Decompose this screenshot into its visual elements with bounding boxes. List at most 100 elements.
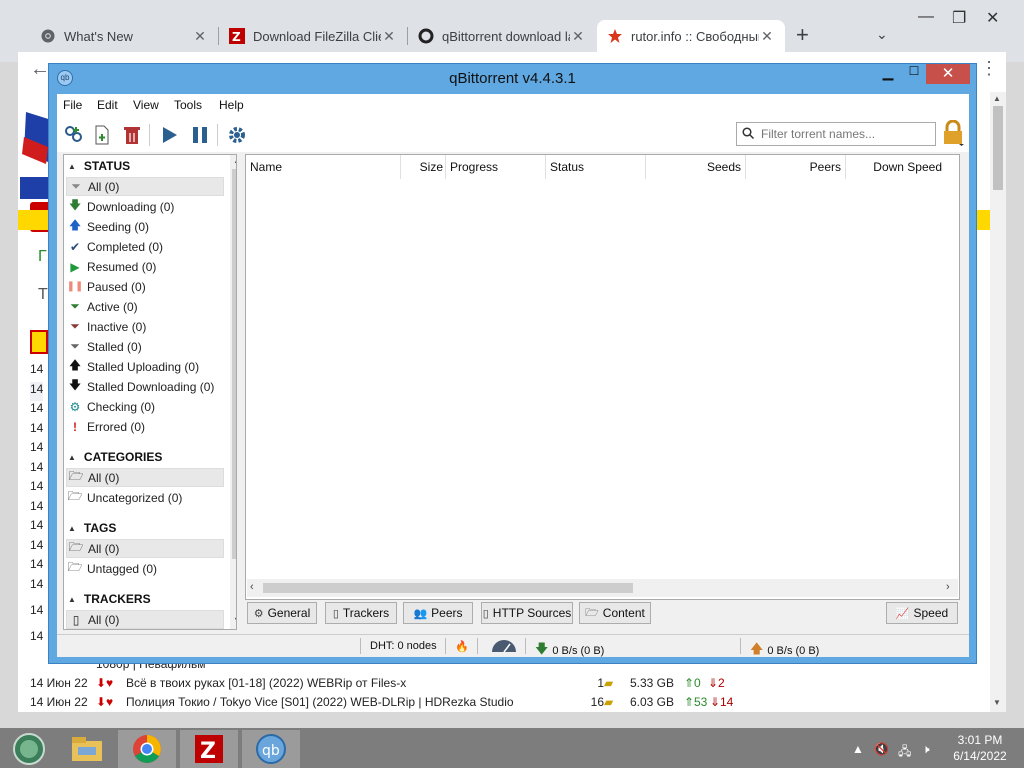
new-tab-button[interactable]: + [796,22,809,48]
status-filter-active[interactable]: ⏷ Active (0) [66,297,224,316]
scroll-left-icon[interactable]: ‹ [250,581,254,593]
add-torrent-link-icon[interactable] [63,124,85,146]
tab-http-sources[interactable]: ▯ HTTP Sources [481,602,573,624]
status-filter-inactive[interactable]: ⏷ Inactive (0) [66,317,224,336]
collapse-icon[interactable]: ▲ [68,162,76,171]
menu-edit[interactable]: Edit [97,98,118,112]
scrollbar-thumb[interactable] [993,106,1003,190]
browser-maximize-icon[interactable]: ❐ [952,8,966,28]
status-filter-stalled-downloading[interactable]: 🡇 Stalled Downloading (0) [66,377,224,396]
download-icon[interactable]: ⬇♥ [96,676,126,690]
scroll-down-icon[interactable]: ▼ [993,698,1001,707]
browser-close-icon[interactable]: ✕ [986,8,999,28]
filezilla-taskbar-icon[interactable]: Z [180,730,238,768]
tab-search-button[interactable]: ⌄ [876,26,888,43]
collapse-icon[interactable]: ▲ [68,453,76,462]
tags-section-header[interactable]: ▲ TAGS [68,519,116,537]
torrent-list[interactable]: Name Size Progress Status Seeds Peers Do… [245,154,960,600]
webpage-scrollbar[interactable]: ▲ ▼ [990,92,1006,712]
menu-file[interactable]: File [63,98,82,112]
tracker-item-all[interactable]: ▯ All (0) [66,610,224,629]
tag-item-all[interactable]: 🗁 All (0) [66,539,224,558]
column-header-progress[interactable]: Progress [446,155,546,179]
categories-section-header[interactable]: ▲ CATEGORIES [68,448,162,466]
column-header-down-speed[interactable]: Down Speed [846,155,946,179]
torrent-list-hscrollbar[interactable]: ‹ › [247,579,958,597]
column-header-peers[interactable]: Peers [746,155,846,179]
status-filter-stalled[interactable]: ⏷ Stalled (0) [66,337,224,356]
options-gear-icon[interactable] [226,124,248,146]
upload-speed-status[interactable]: 🡅 0 B/s (0 B) [750,640,819,662]
scroll-right-icon[interactable]: › [946,581,950,593]
column-header-status[interactable]: Status [546,155,646,179]
start-orb[interactable] [0,730,58,768]
scroll-down-icon[interactable]: ▼ [233,615,236,625]
scrollbar-thumb[interactable] [263,583,633,593]
scrollbar-thumb[interactable] [232,169,236,559]
file-explorer-icon[interactable] [58,730,116,768]
tag-item-untagged[interactable]: 🗁 Untagged (0) [66,559,224,578]
qbittorrent-titlebar[interactable]: qb qBittorrent v4.4.3.1 ▁ ☐ ✕ [49,64,976,92]
download-icon[interactable]: ⬇♥ [96,695,126,709]
connection-status-icon[interactable]: 🔥 [455,640,469,653]
torrent-title-link[interactable]: Всё в твоих руках [01-18] (2022) WEBRip … [126,676,576,690]
status-filter-all[interactable]: ⏷ All (0) [66,177,224,196]
status-filter-downloading[interactable]: 🡇 Downloading (0) [66,197,224,216]
speed-button[interactable]: 📈 Speed [886,602,958,624]
close-icon[interactable]: ✕ [192,28,208,45]
torrent-row[interactable]: 14 Июн 22 ⬇♥ Всё в твоих руках [01-18] (… [30,673,725,693]
filter-torrent-names-input[interactable] [736,122,936,146]
status-section-header[interactable]: ▲ STATUS [68,157,130,175]
status-filter-resumed[interactable]: ▶ Resumed (0) [66,257,224,276]
browser-tab-qbittorrent[interactable]: qBittorrent download la ✕ [408,20,596,52]
tab-content[interactable]: 🗁 Content [579,602,651,624]
close-button[interactable]: ✕ [926,64,970,84]
add-torrent-file-icon[interactable] [91,124,113,146]
pause-icon[interactable] [189,124,211,146]
resume-icon[interactable] [158,124,180,146]
trackers-section-header[interactable]: ▲ TRACKERS [68,590,151,608]
system-clock[interactable]: 3:01 PM 6/14/2022 [940,732,1020,764]
browser-tab-rutor[interactable]: rutor.info :: Свободный ✕ [597,20,785,52]
tab-general[interactable]: ⚙ General [247,602,317,624]
speed-limit-icon[interactable] [491,640,517,652]
maximize-button[interactable]: ☐ [901,64,927,84]
menu-help[interactable]: Help [219,98,244,112]
column-header-name[interactable]: Name [246,155,401,179]
tab-peers[interactable]: 👥 Peers [403,602,473,624]
status-filter-errored[interactable]: ! Errored (0) [66,417,224,436]
browser-menu-icon[interactable]: ⋮ [980,58,998,79]
tab-trackers[interactable]: ▯ Trackers [325,602,397,624]
minimize-button[interactable]: ▁ [875,64,901,84]
show-hidden-icons[interactable]: ▲ [852,742,864,756]
close-icon[interactable]: ✕ [381,28,397,45]
volume-muted-icon[interactable]: 🕨 [922,742,930,757]
browser-tab-filezilla[interactable]: Z Download FileZilla Clier ✕ [219,20,407,52]
delete-torrent-icon[interactable] [121,124,143,146]
torrent-row[interactable]: 14 Июн 22 ⬇♥ Полиция Токио / Tokyo Vice … [30,692,733,712]
qbittorrent-taskbar-icon[interactable]: qb [242,730,300,768]
network-disconnected-icon[interactable]: 🔇 [874,742,889,756]
chrome-taskbar-icon[interactable] [118,730,176,768]
column-header-seeds[interactable]: Seeds [646,155,746,179]
column-header-size[interactable]: Size [401,155,446,179]
category-item-all[interactable]: 🗁 All (0) [66,468,224,487]
status-filter-paused[interactable]: ❚❚ Paused (0) [66,277,224,296]
menu-view[interactable]: View [133,98,159,112]
browser-tab-whats-new[interactable]: What's New ✕ [30,20,218,52]
download-speed-status[interactable]: 🡇 0 B/s (0 B) [535,640,604,662]
collapse-icon[interactable]: ▲ [68,524,76,533]
sidebar-scrollbar[interactable]: ▲ ▼ [230,155,236,629]
scroll-up-icon[interactable]: ▲ [233,155,236,165]
network-icon[interactable]: 🖧 [898,742,911,763]
browser-minimize-icon[interactable]: — [918,8,934,26]
status-filter-seeding[interactable]: 🡅 Seeding (0) [66,217,224,236]
status-filter-checking[interactable]: ⚙ Checking (0) [66,397,224,416]
menu-tools[interactable]: Tools [174,98,202,112]
status-filter-completed[interactable]: ✔ Completed (0) [66,237,224,256]
close-icon[interactable]: ✕ [570,28,586,45]
scroll-up-icon[interactable]: ▲ [993,94,1001,103]
lock-icon[interactable] [942,119,964,146]
filter-input-field[interactable] [759,126,929,142]
collapse-icon[interactable]: ▲ [68,595,76,604]
